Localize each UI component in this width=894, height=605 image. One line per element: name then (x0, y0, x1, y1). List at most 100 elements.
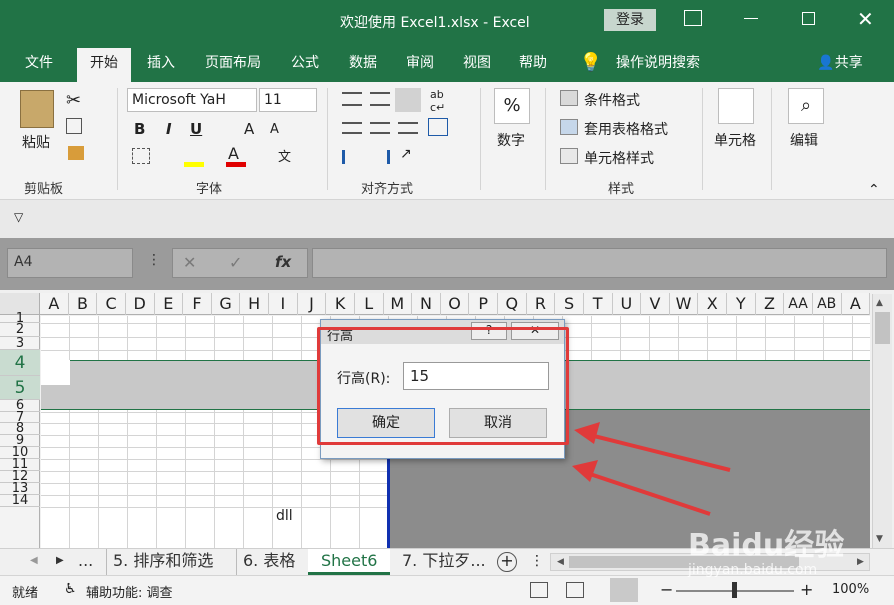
cell-styles-icon[interactable] (560, 148, 578, 164)
tab-options-icon[interactable]: ⋮ (530, 553, 544, 569)
align-bottom-icon[interactable] (395, 88, 421, 112)
bold-button[interactable]: B (134, 120, 145, 138)
row-header[interactable]: 5 (0, 376, 40, 400)
column-header[interactable]: B (69, 293, 98, 315)
merge-center-icon[interactable] (428, 118, 448, 136)
column-header[interactable]: R (527, 293, 556, 315)
column-header[interactable]: Z (756, 293, 785, 315)
column-header[interactable]: F (183, 293, 212, 315)
sheet-tab-table[interactable]: 6. 表格 (236, 549, 301, 575)
column-header[interactable]: Y (727, 293, 756, 315)
column-header[interactable]: X (698, 293, 727, 315)
row-header[interactable]: 2 (0, 323, 40, 337)
conditional-format-icon[interactable] (560, 90, 578, 106)
cells-icon[interactable] (718, 88, 754, 124)
tab-page-layout[interactable]: 页面布局 (196, 48, 270, 82)
font-size-select[interactable]: 11 (259, 88, 317, 112)
scroll-left-icon[interactable]: ◀ (557, 557, 564, 567)
page-layout-view-icon[interactable] (566, 582, 584, 598)
orientation-icon[interactable]: ↗ (400, 146, 412, 162)
column-header[interactable]: M (384, 293, 413, 315)
align-left-icon[interactable] (342, 122, 362, 134)
page-break-view-icon[interactable] (610, 578, 638, 602)
paste-icon[interactable] (20, 90, 54, 128)
italic-button[interactable]: I (166, 120, 172, 138)
accessibility-status[interactable]: 辅助功能: 调查 (86, 582, 173, 601)
login-button[interactable]: 登录 (604, 9, 656, 31)
zoom-level[interactable]: 100% (832, 582, 869, 597)
scroll-right-icon[interactable]: ▶ (857, 557, 864, 567)
column-header[interactable]: E (155, 293, 184, 315)
column-header[interactable]: K (326, 293, 355, 315)
align-center-icon[interactable] (370, 122, 390, 134)
format-painter-icon[interactable] (68, 146, 84, 160)
sheet-tab-dropdown[interactable]: 7. 下拉歹... (396, 549, 492, 575)
sheet-tab-sort-filter[interactable]: 5. 排序和筛选 (106, 549, 219, 575)
column-header[interactable]: V (641, 293, 670, 315)
formula-input[interactable] (312, 248, 887, 278)
collapse-ribbon-icon[interactable]: ⌃ (868, 182, 880, 198)
editing-button[interactable]: 编辑 (790, 130, 818, 150)
font-name-select[interactable]: Microsoft YaH (127, 88, 257, 112)
scroll-up-icon[interactable]: ▲ (876, 298, 883, 308)
column-header[interactable]: O (441, 293, 470, 315)
scroll-down-icon[interactable]: ▼ (876, 534, 883, 544)
tab-view[interactable]: 视图 (454, 48, 500, 82)
column-header[interactable]: G (212, 293, 241, 315)
column-header[interactable]: P (469, 293, 498, 315)
conditional-format-button[interactable]: 条件格式 (584, 90, 640, 110)
tab-file[interactable]: 文件 (14, 48, 64, 82)
normal-view-icon[interactable] (530, 582, 548, 598)
find-icon[interactable]: ⌕ (788, 88, 824, 124)
tab-help[interactable]: 帮助 (510, 48, 556, 82)
column-header[interactable]: D (126, 293, 155, 315)
minimize-icon[interactable] (744, 18, 758, 19)
format-as-table-button[interactable]: 套用表格格式 (584, 119, 668, 139)
tab-data[interactable]: 数据 (340, 48, 386, 82)
tell-me-search[interactable]: 操作说明搜索 (608, 48, 708, 82)
cell-styles-button[interactable]: 单元格样式 (584, 148, 654, 168)
column-header[interactable]: J (298, 293, 327, 315)
row-header[interactable]: 14 (0, 494, 40, 507)
cells-button[interactable]: 单元格 (714, 130, 756, 150)
sheet-tab-sheet6[interactable]: Sheet6 (308, 549, 391, 575)
wrap-text-icon[interactable]: ab c↵ (430, 88, 445, 114)
zoom-out-icon[interactable]: − (660, 580, 673, 599)
number-format-button[interactable]: % (494, 88, 530, 124)
grow-font-button[interactable]: A (244, 120, 254, 138)
tab-review[interactable]: 审阅 (397, 48, 443, 82)
column-header[interactable]: U (613, 293, 642, 315)
column-header[interactable]: AB (813, 293, 842, 315)
next-sheet-icon[interactable]: ▶ (56, 555, 64, 566)
underline-button[interactable]: U (190, 120, 202, 138)
column-header[interactable]: L (355, 293, 384, 315)
tab-formulas[interactable]: 公式 (282, 48, 328, 82)
insert-function-button[interactable]: fx (275, 253, 291, 271)
tab-insert[interactable]: 插入 (138, 48, 184, 82)
copy-icon[interactable] (66, 118, 82, 134)
align-middle-icon[interactable] (370, 92, 390, 106)
shrink-font-button[interactable]: A (270, 122, 279, 137)
qat-customize-icon[interactable]: ▽ (14, 210, 23, 224)
column-header[interactable]: Q (498, 293, 527, 315)
phonetic-icon[interactable]: 文 (278, 146, 291, 165)
share-button[interactable]: 👤共享 (812, 48, 868, 82)
column-header[interactable]: T (584, 293, 613, 315)
cut-icon[interactable]: ✂ (66, 90, 81, 111)
cancel-icon[interactable]: ✕ (183, 253, 196, 272)
format-table-icon[interactable] (560, 119, 578, 135)
row-header[interactable]: 4 (0, 350, 40, 376)
column-header[interactable]: N (412, 293, 441, 315)
close-icon[interactable]: ✕ (857, 7, 874, 31)
column-header[interactable]: AA (784, 293, 813, 315)
column-header[interactable]: H (240, 293, 269, 315)
more-sheets-button[interactable]: ... (72, 549, 99, 575)
maximize-icon[interactable] (802, 12, 815, 25)
row-header[interactable]: 3 (0, 337, 40, 350)
zoom-slider-thumb[interactable] (732, 582, 737, 598)
ribbon-display-icon[interactable] (684, 10, 702, 26)
tab-home[interactable]: 开始 (77, 48, 131, 82)
vertical-scrollbar[interactable]: ▲ ▼ (872, 294, 892, 548)
column-header[interactable]: C (97, 293, 126, 315)
active-cell[interactable] (41, 360, 70, 385)
